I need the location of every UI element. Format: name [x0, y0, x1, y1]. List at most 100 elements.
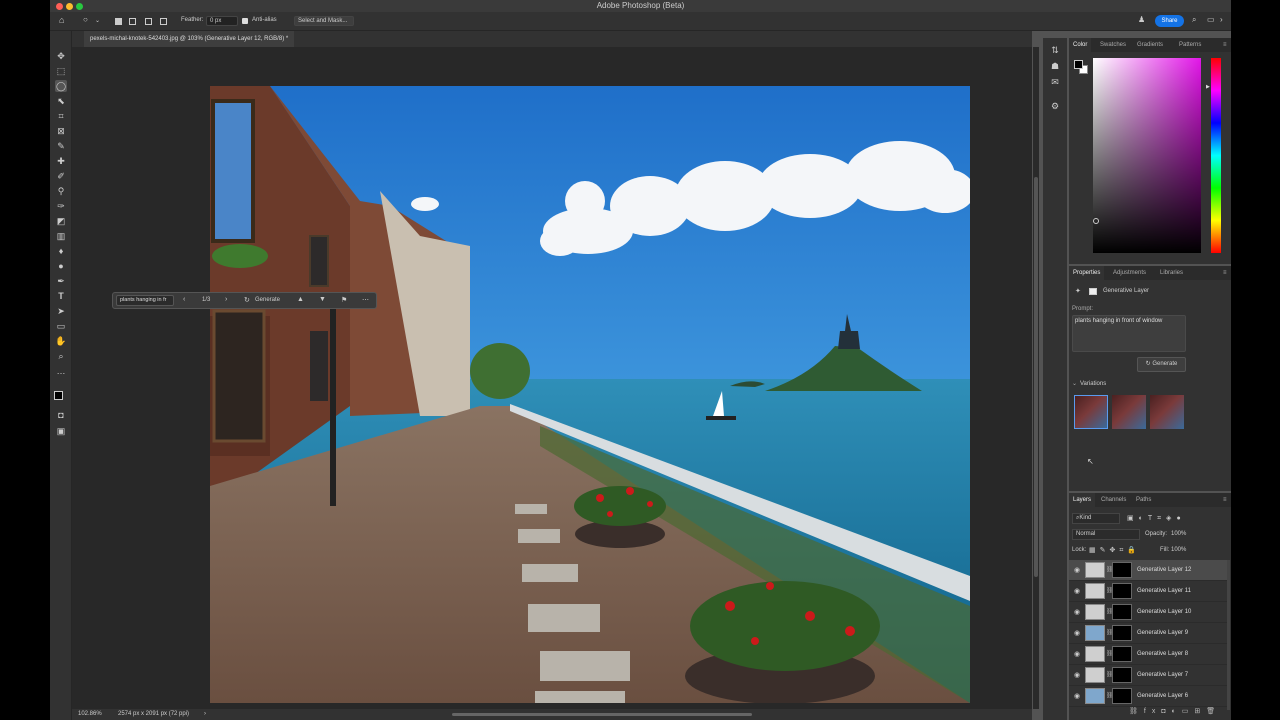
- workspace-icon[interactable]: ▭: [1207, 15, 1215, 24]
- thumbs-down-icon[interactable]: ▼: [319, 296, 326, 303]
- foreground-color-swatch[interactable]: [54, 391, 63, 400]
- visibility-eye-icon[interactable]: ◉: [1074, 587, 1080, 595]
- scroll-thumb[interactable]: [1034, 177, 1038, 577]
- panel-menu-icon[interactable]: ≡: [1219, 38, 1231, 52]
- visibility-eye-icon[interactable]: ◉: [1074, 671, 1080, 679]
- properties-generate-button[interactable]: ↻ Generate: [1137, 357, 1186, 372]
- lock-options-icons[interactable]: ▦✎✥⌗🔒: [1089, 546, 1140, 555]
- layer-mask-thumbnail[interactable]: [1112, 604, 1132, 620]
- path-selection-tool-icon[interactable]: ➤: [55, 305, 67, 317]
- object-selection-tool-icon[interactable]: ⬉: [55, 95, 67, 107]
- layer-actions-bar-icons[interactable]: ⛓fx◘◐▭⊞🗑: [1129, 707, 1221, 715]
- hue-slider-handle[interactable]: ▶: [1206, 84, 1210, 90]
- layer-filter-icons[interactable]: ▣◐T⌗◈●: [1127, 514, 1186, 523]
- panel-menu-icon[interactable]: ≡: [1219, 493, 1231, 507]
- layer-mask-thumbnail[interactable]: [1112, 562, 1132, 578]
- filter-kind-select[interactable]: ⌕Kind: [1072, 513, 1120, 524]
- variations-chevron-icon[interactable]: ⌄: [1072, 380, 1077, 387]
- variation-thumbnail[interactable]: [1150, 395, 1184, 429]
- close-window-button[interactable]: [56, 3, 63, 10]
- status-menu-arrow[interactable]: ›: [204, 709, 206, 720]
- lasso-tool-icon[interactable]: ◯: [55, 80, 67, 92]
- history-panel-icon[interactable]: ⇅: [1049, 44, 1061, 56]
- tab-color[interactable]: Color: [1069, 38, 1092, 52]
- lasso-tool-icon[interactable]: ○: [83, 15, 88, 24]
- layer-row[interactable]: ◉ ⛓ Generative Layer 7: [1069, 665, 1229, 686]
- tab-patterns[interactable]: Patterns: [1175, 38, 1205, 52]
- tab-libraries[interactable]: Libraries: [1156, 266, 1187, 280]
- horizontal-scrollbar[interactable]: [452, 713, 752, 716]
- actions-panel-icon[interactable]: ☗: [1049, 60, 1061, 72]
- contextbar-generate-button[interactable]: Generate: [255, 297, 280, 303]
- antialias-checkbox[interactable]: [242, 18, 248, 24]
- history-brush-tool-icon[interactable]: ✑: [55, 200, 67, 212]
- vertical-scrollbar[interactable]: [1033, 47, 1039, 709]
- new-selection-icon[interactable]: [115, 18, 122, 25]
- tab-channels[interactable]: Channels: [1097, 493, 1130, 507]
- clone-stamp-tool-icon[interactable]: ⚲: [55, 185, 67, 197]
- tab-properties[interactable]: Properties: [1069, 266, 1105, 280]
- healing-brush-tool-icon[interactable]: ✚: [55, 155, 67, 167]
- prompt-input[interactable]: plants hanging in fr: [116, 295, 174, 306]
- color-field[interactable]: [1093, 58, 1201, 253]
- tab-layers[interactable]: Layers: [1069, 493, 1096, 507]
- foreground-color-swatch[interactable]: [1074, 60, 1083, 69]
- zoom-window-button[interactable]: [76, 3, 83, 10]
- more-options-icon[interactable]: ⋯: [362, 296, 369, 304]
- rectangle-tool-icon[interactable]: ▭: [55, 320, 67, 332]
- zoom-tool-icon[interactable]: ⌕: [55, 350, 67, 362]
- crop-tool-icon[interactable]: ⌗: [55, 110, 67, 122]
- layer-mask-thumbnail[interactable]: [1112, 688, 1132, 704]
- layers-scrollbar[interactable]: [1227, 560, 1230, 710]
- home-icon[interactable]: ⌂: [59, 15, 64, 25]
- tab-adjustments[interactable]: Adjustments: [1109, 266, 1150, 280]
- share-button[interactable]: Share: [1155, 15, 1184, 27]
- pen-tool-icon[interactable]: ✒: [55, 275, 67, 287]
- visibility-eye-icon[interactable]: ◉: [1074, 566, 1080, 574]
- panel-menu-icon[interactable]: ≡: [1219, 266, 1231, 280]
- layer-mask-thumbnail[interactable]: [1112, 583, 1132, 599]
- fill-value[interactable]: 100%: [1171, 547, 1186, 553]
- plugins-panel-icon[interactable]: ⚙: [1049, 100, 1061, 112]
- layer-mask-thumbnail[interactable]: [1112, 625, 1132, 641]
- eraser-tool-icon[interactable]: ◩: [55, 215, 67, 227]
- blur-tool-icon[interactable]: ♦: [55, 245, 67, 257]
- opacity-value[interactable]: 100%: [1171, 531, 1186, 537]
- visibility-eye-icon[interactable]: ◉: [1074, 692, 1080, 700]
- search-icon[interactable]: ⌕: [1192, 15, 1196, 25]
- layer-row[interactable]: ◉ ⛓ Generative Layer 12: [1069, 560, 1229, 581]
- layer-row[interactable]: ◉ ⛓ Generative Layer 9: [1069, 623, 1229, 644]
- tab-paths[interactable]: Paths: [1132, 493, 1155, 507]
- previous-variation-icon[interactable]: ‹: [183, 296, 185, 303]
- layer-mask-thumbnail[interactable]: [1112, 646, 1132, 662]
- blend-mode-select[interactable]: Normal: [1072, 529, 1140, 540]
- cloud-user-icon[interactable]: ♟: [1138, 15, 1145, 24]
- move-tool-icon[interactable]: ✥: [55, 50, 67, 62]
- document-tab[interactable]: pexels-michal-knotek-542403.jpg @ 103% (…: [84, 31, 295, 47]
- layer-row[interactable]: ◉ ⛓ Generative Layer 8: [1069, 644, 1229, 665]
- eyedropper-tool-icon[interactable]: ✎: [55, 140, 67, 152]
- arrange-icon[interactable]: ›: [1220, 15, 1223, 24]
- hue-slider[interactable]: [1211, 58, 1221, 253]
- flag-icon[interactable]: ⚑: [341, 296, 347, 304]
- canvas-area[interactable]: plants hanging in fr ‹ 1/3 › ↻ Generate …: [72, 47, 1032, 709]
- brush-tool-icon[interactable]: ✐: [55, 170, 67, 182]
- color-picker-cursor[interactable]: [1093, 218, 1099, 224]
- add-selection-icon[interactable]: [129, 18, 136, 25]
- tab-swatches[interactable]: Swatches: [1096, 38, 1130, 52]
- chevron-down-icon[interactable]: ⌄: [95, 17, 100, 24]
- layer-row[interactable]: ◉ ⛓ Generative Layer 6: [1069, 686, 1229, 707]
- next-variation-icon[interactable]: ›: [225, 296, 227, 303]
- zoom-level[interactable]: 102.86%: [78, 709, 102, 720]
- layer-mask-thumbnail[interactable]: [1112, 667, 1132, 683]
- more-tools-icon[interactable]: …: [55, 365, 67, 377]
- visibility-eye-icon[interactable]: ◉: [1074, 608, 1080, 616]
- gradient-tool-icon[interactable]: ▥: [55, 230, 67, 242]
- select-and-mask-button[interactable]: Select and Mask...: [294, 16, 354, 26]
- layer-row[interactable]: ◉ ⛓ Generative Layer 11: [1069, 581, 1229, 602]
- dodge-tool-icon[interactable]: ●: [55, 260, 67, 272]
- variation-thumbnail[interactable]: [1074, 395, 1108, 429]
- subtract-selection-icon[interactable]: [145, 18, 152, 25]
- layer-row[interactable]: ◉ ⛓ Generative Layer 10: [1069, 602, 1229, 623]
- variation-thumbnail[interactable]: [1112, 395, 1146, 429]
